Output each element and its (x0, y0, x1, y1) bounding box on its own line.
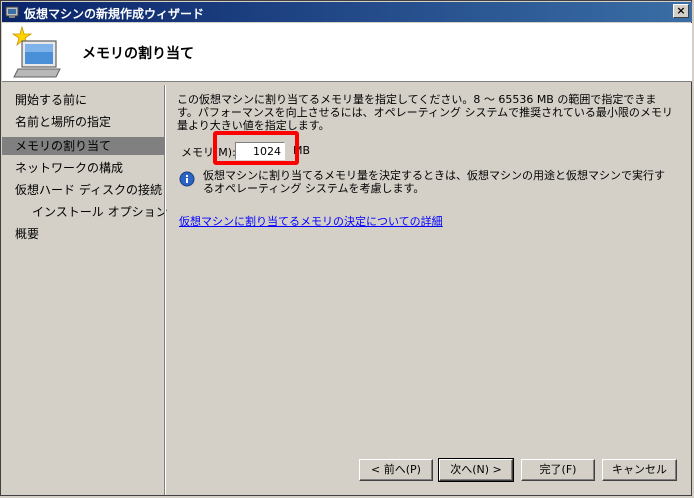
next-button[interactable]: 次へ(N) > (438, 458, 514, 482)
main-content: この仮想マシンに割り当てるメモリ量を指定してください。8 ～ 65536 MB … (177, 93, 677, 228)
computer-wizard-icon (11, 25, 61, 78)
close-button[interactable]: × (673, 4, 689, 18)
nav-item-summary[interactable]: 概要 (2, 225, 164, 243)
window-title: 仮想マシンの新規作成ウィザード (24, 7, 205, 21)
nav-item-virtual-disk[interactable]: 仮想ハード ディスクの接続 (2, 181, 164, 199)
nav-item-install-options[interactable]: インストール オプション (2, 203, 168, 221)
memory-description: この仮想マシンに割り当てるメモリ量を指定してください。8 ～ 65536 MB … (177, 93, 673, 132)
memory-highlight-box (213, 131, 299, 165)
nav-item-before-you-begin[interactable]: 開始する前に (2, 91, 164, 109)
wizard-steps-nav: 開始する前に 名前と場所の指定 メモリの割り当て ネットワークの構成 仮想ハード… (2, 85, 168, 495)
wizard-window: 仮想マシンの新規作成ウィザード × メモリの割り当て 開始する前に 名前と場所の… (0, 0, 692, 496)
info-icon (179, 171, 195, 187)
prev-button[interactable]: < 前へ(P) (359, 459, 433, 481)
hyper-v-app-icon (5, 6, 19, 18)
finish-button[interactable]: 完了(F) (521, 459, 595, 481)
memory-help-link[interactable]: 仮想マシンに割り当てるメモリの決定についての詳細 (179, 213, 443, 229)
wizard-header: メモリの割り当て (2, 23, 692, 82)
nav-item-name-location[interactable]: 名前と場所の指定 (2, 113, 164, 131)
nav-divider (164, 85, 166, 495)
page-title: メモリの割り当て (82, 46, 194, 62)
nav-item-assign-memory[interactable]: メモリの割り当て (2, 137, 164, 155)
nav-item-network[interactable]: ネットワークの構成 (2, 159, 164, 177)
info-text: 仮想マシンに割り当てるメモリ量を決定するときは、仮想マシンの用途と仮想マシンで実… (203, 169, 665, 195)
title-bar[interactable]: 仮想マシンの新規作成ウィザード × (2, 2, 692, 22)
cancel-button[interactable]: キャンセル (602, 459, 677, 481)
